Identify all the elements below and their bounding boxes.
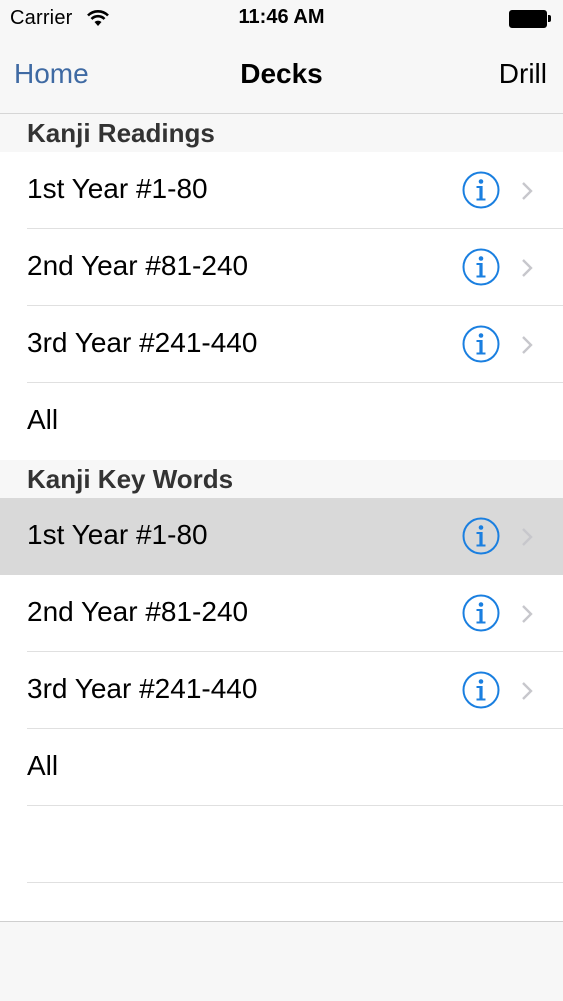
table-row[interactable]: 2nd Year #81-240 — [0, 575, 563, 652]
chevron-right-icon — [522, 605, 533, 623]
chevron-right-icon — [522, 259, 533, 277]
row-label: All — [27, 404, 59, 435]
table-row[interactable]: 2nd Year #81-240 — [0, 229, 563, 306]
row-label: 2nd Year #81-240 — [27, 250, 249, 281]
row-label: 2nd Year #81-240 — [27, 596, 249, 627]
chevron-right-icon — [522, 182, 533, 200]
decks-table: Kanji Readings 1st Year #1-80 2nd Year #… — [0, 114, 563, 883]
info-icon[interactable] — [462, 171, 500, 209]
table-row[interactable]: 1st Year #1-80 — [0, 498, 563, 575]
chevron-right-icon — [522, 682, 533, 700]
table-row[interactable]: 3rd Year #241-440 — [0, 652, 563, 729]
table-row[interactable]: 3rd Year #241-440 — [0, 306, 563, 383]
info-icon[interactable] — [462, 248, 500, 286]
bottom-toolbar — [0, 921, 563, 1001]
row-label: 1st Year #1-80 — [27, 519, 208, 550]
section-header-kanji-readings: Kanji Readings — [0, 114, 563, 152]
drill-button[interactable]: Drill — [499, 58, 547, 90]
battery-icon — [509, 10, 553, 28]
chevron-right-icon — [522, 336, 533, 354]
table-row[interactable]: 1st Year #1-80 — [0, 152, 563, 229]
info-icon[interactable] — [462, 594, 500, 632]
info-icon[interactable] — [462, 517, 500, 555]
row-label: All — [27, 750, 59, 781]
status-time: 11:46 AM — [238, 6, 325, 28]
row-label: 3rd Year #241-440 — [27, 673, 258, 704]
row-label: 1st Year #1-80 — [27, 173, 208, 204]
status-bar: Carrier 11:46 AM — [0, 0, 563, 38]
section-header-kanji-key-words: Kanji Key Words — [0, 460, 563, 498]
section-header-label: Kanji Key Words — [27, 464, 234, 494]
empty-row — [0, 806, 563, 883]
table-row[interactable]: All — [0, 729, 563, 806]
navigation-bar: Home Decks Drill — [0, 38, 563, 114]
row-label: 3rd Year #241-440 — [27, 327, 258, 358]
chevron-right-icon — [522, 528, 533, 546]
table-row[interactable]: All — [0, 383, 563, 460]
info-icon[interactable] — [462, 325, 500, 363]
section-header-label: Kanji Readings — [27, 118, 215, 148]
info-icon[interactable] — [462, 671, 500, 709]
home-button[interactable]: Home — [14, 58, 89, 90]
